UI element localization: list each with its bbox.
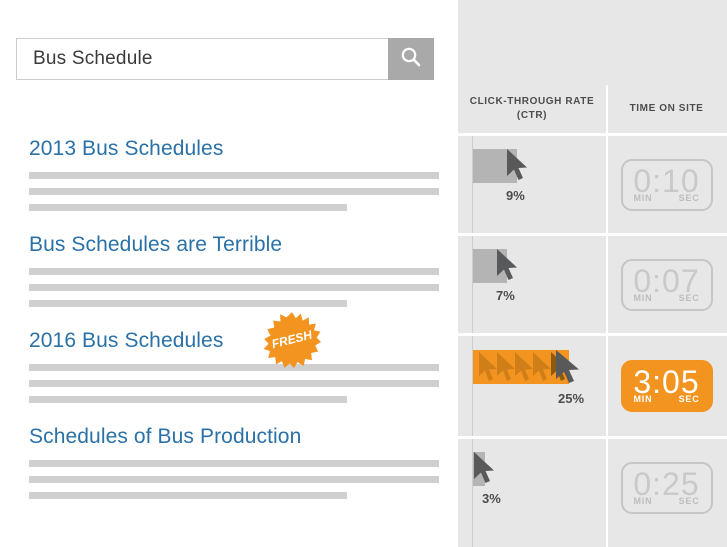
ctr-cell: 25% [458, 336, 606, 436]
snippet-line [29, 364, 439, 371]
snippet-line [29, 396, 347, 403]
result-title-link[interactable]: 2013 Bus Schedules [29, 136, 223, 162]
timer-sec-label: SEC [678, 192, 700, 203]
timer-chip: 0:07 MIN SEC [620, 258, 713, 311]
ctr-cell: 7% [458, 236, 606, 333]
table-row: 7% 0:07 MIN SEC [458, 236, 727, 333]
timer-min-label: MIN [633, 394, 653, 404]
column-header-time-label: TIME ON SITE [629, 103, 704, 114]
results-list: 2013 Bus Schedules Bus Schedules are Ter… [29, 136, 439, 520]
result-title-link[interactable]: Schedules of Bus Production [29, 424, 301, 450]
cursor-icon [495, 248, 521, 282]
search-button[interactable] [388, 38, 434, 80]
snippet-line [29, 380, 439, 387]
timer-sec-label: SEC [678, 394, 700, 404]
column-header-ctr-label: CLICK-THROUGH RATE (CTR) [469, 96, 595, 121]
cursor-icon [505, 148, 531, 182]
result-title-link[interactable]: Bus Schedules are Terrible [29, 232, 282, 258]
timer-units: MIN SEC [623, 193, 711, 203]
result-title-link[interactable]: 2016 Bus Schedules [29, 328, 223, 354]
timer-chip: 3:05 MIN SEC [620, 360, 713, 412]
timer-units: MIN SEC [623, 293, 711, 303]
search-input[interactable]: Bus Schedule [16, 38, 388, 80]
screenshot-root: Bus Schedule 2013 Bus Schedules Bus Sche… [0, 0, 727, 547]
time-cell: 0:07 MIN SEC [606, 236, 727, 333]
search-query-text: Bus Schedule [33, 48, 153, 69]
metrics-panel: CLICK-THROUGH RATE (CTR) TIME ON SITE 9% [458, 0, 727, 547]
ctr-cell: 9% [458, 136, 606, 233]
snippet-line [29, 204, 347, 211]
list-item[interactable]: 2013 Bus Schedules [29, 136, 439, 211]
snippet-line [29, 300, 347, 307]
snippet-line [29, 284, 439, 291]
result-snippet-placeholder [29, 460, 439, 499]
snippet-line [29, 476, 439, 483]
ctr-cell: 3% [458, 439, 606, 536]
ctr-value: 9% [506, 188, 525, 203]
snippet-line [29, 268, 439, 275]
timer-min-label: MIN [633, 192, 653, 203]
ctr-value: 7% [496, 288, 515, 303]
timer-min-label: MIN [633, 292, 653, 303]
snippet-line [29, 172, 439, 179]
snippet-line [29, 492, 347, 499]
list-item[interactable]: Bus Schedules are Terrible [29, 232, 439, 307]
ctr-value: 25% [558, 391, 585, 406]
table-row: 25% 3:05 MIN SEC [458, 336, 727, 436]
timer-min-label: MIN [633, 495, 653, 506]
fresh-badge: FRESH [263, 311, 321, 369]
timer-sec-label: SEC [678, 495, 700, 506]
table-row: 3% 0:25 MIN SEC [458, 439, 727, 536]
time-cell: 3:05 MIN SEC [606, 336, 727, 436]
timer-units: MIN SEC [623, 496, 711, 506]
timer-units: MIN SEC [623, 394, 711, 404]
snippet-line [29, 188, 439, 195]
timer-sec-label: SEC [678, 292, 700, 303]
search-results-panel: Bus Schedule 2013 Bus Schedules Bus Sche… [0, 0, 458, 547]
ctr-value: 3% [482, 491, 501, 506]
table-row: 9% 0:10 MIN SEC [458, 136, 727, 233]
timer-chip: 0:10 MIN SEC [620, 158, 713, 211]
list-item[interactable]: 2016 Bus Schedules FRESH [29, 312, 439, 403]
cursor-icon [554, 349, 580, 383]
metrics-header-row: CLICK-THROUGH RATE (CTR) TIME ON SITE [458, 85, 727, 133]
column-header-ctr: CLICK-THROUGH RATE (CTR) [458, 85, 606, 133]
timer-chip: 0:25 MIN SEC [620, 461, 713, 514]
result-snippet-placeholder [29, 268, 439, 307]
cursor-icon [472, 451, 498, 485]
search-bar: Bus Schedule [16, 38, 434, 80]
column-header-time: TIME ON SITE [606, 85, 727, 133]
result-snippet-placeholder [29, 364, 439, 403]
result-snippet-placeholder [29, 172, 439, 211]
time-cell: 0:10 MIN SEC [606, 136, 727, 233]
time-cell: 0:25 MIN SEC [606, 439, 727, 536]
search-icon [400, 46, 422, 73]
snippet-line [29, 460, 439, 467]
list-item[interactable]: Schedules of Bus Production [29, 424, 439, 499]
